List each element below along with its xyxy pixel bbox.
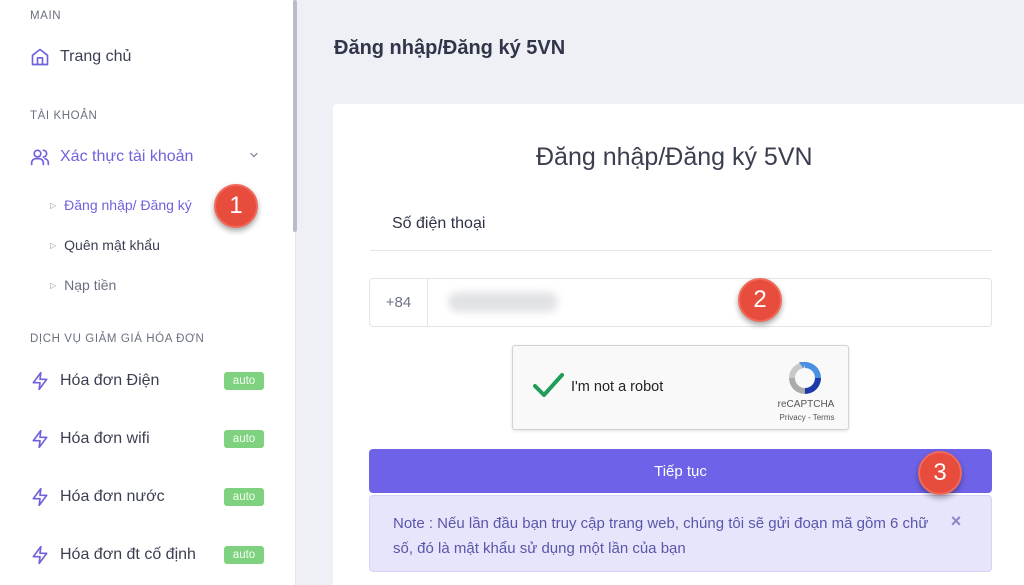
auto-badge: auto [224,430,264,448]
info-note: Note : Nếu lần đầu bạn truy cập trang we… [369,495,992,572]
sidebar-subitem-login[interactable]: ▷ Đăng nhập/ Đăng ký [50,197,192,213]
bolt-icon [30,545,50,565]
sidebar: MAIN Trang chủ TÀI KHOẢN Xác thực tài kh… [0,0,297,585]
bolt-icon [30,429,50,449]
sidebar-item-auth[interactable]: Xác thực tài khoản [30,144,270,170]
auto-badge: auto [224,546,264,564]
users-icon [30,147,50,167]
step-marker-1: 1 [214,184,258,228]
sidebar-item-home[interactable]: Trang chủ [30,44,270,70]
recaptcha-widget[interactable]: I'm not a robot reCAPTCHA Privacy - Term… [512,345,849,430]
sidebar-item-label: Hóa đơn đt cố định [60,546,196,563]
bolt-icon [30,487,50,507]
caret-right-icon: ▷ [50,200,57,210]
bolt-icon [30,371,50,391]
recaptcha-brand: reCAPTCHA [777,399,835,410]
sidebar-item-label: Hóa đơn nước [60,488,165,505]
sidebar-subitem-label: Nạp tiền [64,277,117,293]
phone-tab-label[interactable]: Số điện thoại [392,215,485,233]
sidebar-subitem-label: Quên mật khẩu [64,237,160,253]
form-heading: Đăng nhập/Đăng ký 5VN [536,143,813,171]
home-icon [30,47,50,67]
sidebar-item-label: Xác thực tài khoản [60,148,194,165]
auto-badge: auto [224,372,264,390]
sidebar-subitem-topup[interactable]: ▷ Nạp tiền [50,277,116,293]
page-title: Đăng nhập/Đăng ký 5VN [334,37,566,59]
step-marker-3: 3 [918,451,962,495]
continue-button[interactable]: Tiếp tục [369,449,992,493]
step-marker-2: 2 [738,278,782,322]
sidebar-item-label: Hóa đơn Điện [60,372,160,389]
recaptcha-label: I'm not a robot [571,379,664,395]
sidebar-scrollbar[interactable] [293,0,297,232]
auto-badge: auto [224,488,264,506]
sidebar-item-label: Trang chủ [60,48,132,65]
redacted-phone-number [448,292,558,312]
recaptcha-links[interactable]: Privacy - Terms [767,413,847,422]
caret-right-icon: ▷ [50,240,57,250]
sidebar-subitem-label: Đăng nhập/ Đăng ký [64,197,192,213]
sidebar-item-label: Hóa đơn wifi [60,430,150,447]
caret-right-icon: ▷ [50,280,57,290]
section-title-main: MAIN [30,10,62,22]
country-code-prefix: +84 [370,279,428,326]
recaptcha-logo-icon [789,362,821,394]
divider [370,250,992,251]
checkmark-icon[interactable] [531,368,565,402]
section-title-account: TÀI KHOẢN [30,110,98,122]
chevron-down-icon[interactable] [248,149,260,161]
section-title-services: DỊCH VỤ GIẢM GIÁ HÓA ĐƠN [30,333,205,345]
sidebar-subitem-forgot-password[interactable]: ▷ Quên mật khẩu [50,237,160,253]
close-icon[interactable]: × [948,512,964,530]
